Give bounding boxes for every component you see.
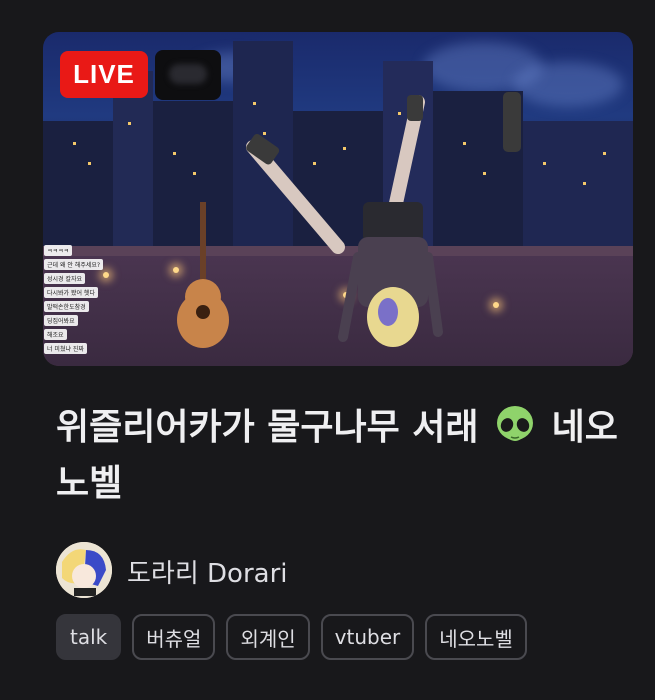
channel-name[interactable]: 도라리 Dorari bbox=[127, 553, 288, 590]
tag-alien[interactable]: 외계인 bbox=[226, 614, 310, 660]
avatar-figure-icon bbox=[246, 95, 443, 347]
tag-talk[interactable]: talk bbox=[56, 614, 122, 660]
boot-icon bbox=[503, 92, 521, 152]
viewer-count-badge bbox=[155, 50, 221, 100]
stream-card[interactable]: LIVE ㅋㅋㅋㅋ 근데 왜 안 해주세요? 성시경 칼자요 다시봐가 봤어 헷… bbox=[0, 0, 655, 700]
live-badge: LIVE bbox=[60, 51, 148, 98]
tag-list: talk 버츄얼 외계인 vtuber 네오노벨 bbox=[56, 614, 527, 660]
stream-title-text: 위즐리어카가 물구나무 서래 bbox=[56, 407, 479, 448]
chat-message: 너 미쳤냐 진짜 bbox=[44, 343, 87, 354]
tag-virtual[interactable]: 버츄얼 bbox=[132, 614, 216, 660]
tag-neonovel[interactable]: 네오노벨 bbox=[425, 614, 527, 660]
channel-avatar[interactable] bbox=[56, 542, 112, 598]
guitar-icon bbox=[177, 202, 229, 348]
avatar-image-icon bbox=[56, 542, 112, 598]
tag-vtuber[interactable]: vtuber bbox=[320, 614, 415, 660]
alien-icon bbox=[497, 406, 534, 441]
stream-title[interactable]: 위즐리어카가 물구나무 서래 네오노벨 bbox=[56, 400, 636, 512]
chat-overlay: ㅋㅋㅋㅋ 근데 왜 안 해주세요? 성시경 칼자요 다시봐가 봤어 헷다 발떡손… bbox=[44, 238, 134, 354]
